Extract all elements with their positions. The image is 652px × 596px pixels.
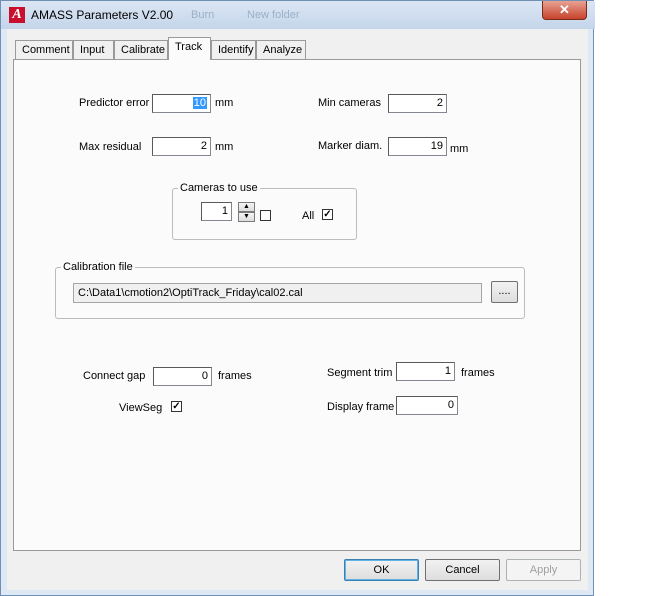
calibration-path-field[interactable]: C:\Data1\cmotion2\OptiTrack_Friday\cal02… [73,283,482,303]
calibration-file-title: Calibration file [61,261,135,273]
tab-calibrate[interactable]: Calibrate [114,40,168,59]
connect-gap-label: Connect gap [83,370,146,382]
connect-gap-unit: frames [218,370,252,382]
view-seg-checkbox[interactable]: ✓ [171,401,182,412]
spin-down-button[interactable]: ▼ [238,212,255,222]
display-frame-label: Display frame [327,401,395,413]
max-residual-label: Max residual [79,141,142,153]
browse-button[interactable]: .... [491,281,518,303]
view-seg-label: ViewSeg [119,402,163,414]
connect-gap-input[interactable]: 0 [153,367,212,386]
display-frame-input[interactable]: 0 [396,396,458,415]
min-cameras-label: Min cameras [318,97,381,109]
all-cameras-label: All [302,210,315,222]
background-item-burn: Burn [191,9,215,21]
min-cameras-input[interactable]: 2 [388,94,447,113]
segment-trim-label: Segment trim [327,367,393,379]
segment-trim-unit: frames [461,367,495,379]
predictor-error-label: Predictor error [79,97,150,109]
title-bar[interactable]: A AMASS Parameters V2.00 Burn New folder… [1,1,595,29]
max-residual-input[interactable]: 2 [152,137,211,156]
tab-identify[interactable]: Identify [211,40,256,59]
predictor-error-unit: mm [215,97,234,109]
max-residual-unit: mm [215,141,234,153]
predictor-error-value: 10 [192,97,207,109]
tab-analyze[interactable]: Analyze [256,40,306,59]
tab-input[interactable]: Input [73,40,114,59]
app-icon: A [9,7,25,23]
background-item-new-folder: New folder [247,9,300,21]
spin-up-button[interactable]: ▲ [238,202,255,212]
close-button[interactable]: ✕ [542,1,587,20]
camera-number-input[interactable]: 1 [201,202,232,221]
camera-enable-checkbox[interactable] [260,210,271,221]
tab-track[interactable]: Track [168,37,211,60]
marker-diam-unit: mm [450,143,469,155]
marker-diam-label: Marker diam. [318,140,383,152]
all-cameras-checkbox[interactable]: ✓ [322,209,333,220]
cancel-button[interactable]: Cancel [425,559,500,581]
dialog-window: A AMASS Parameters V2.00 Burn New folder… [0,0,595,596]
cameras-to-use-title: Cameras to use [178,182,260,194]
ok-button[interactable]: OK [344,559,419,581]
tab-comment[interactable]: Comment [15,40,73,59]
marker-diam-input[interactable]: 19 [388,137,447,156]
predictor-error-input[interactable]: 10 [152,94,211,113]
segment-trim-input[interactable]: 1 [396,362,455,381]
window-title: AMASS Parameters V2.00 [31,8,174,22]
apply-button[interactable]: Apply [506,559,581,581]
